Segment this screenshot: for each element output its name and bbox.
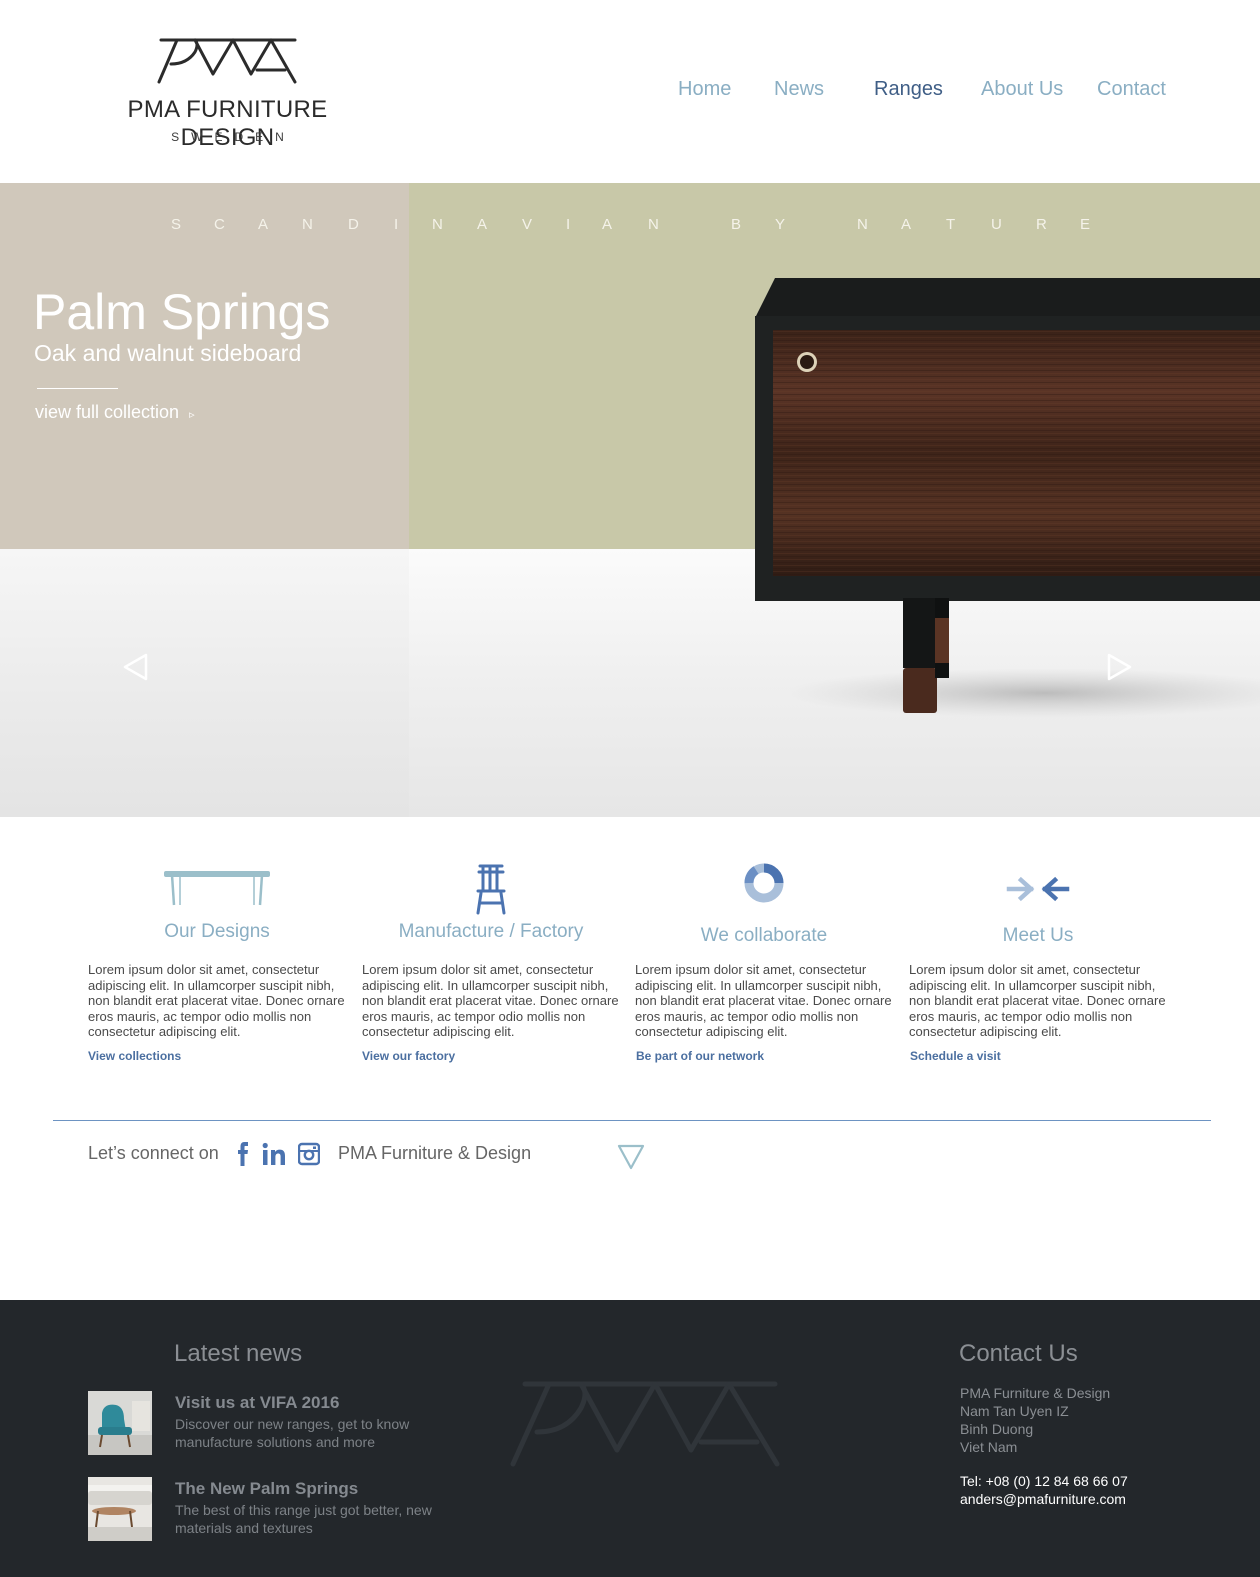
news-title: The New Palm Springs <box>175 1479 359 1498</box>
hero-subtitle: Oak and walnut sideboard <box>34 340 302 366</box>
tagline-letter: R <box>1036 216 1047 233</box>
nav-item-news[interactable]: News <box>774 78 824 101</box>
scroll-down-triangle-icon[interactable] <box>617 1144 645 1170</box>
news-item-vifa[interactable]: Visit us at VIFA 2016 Discover our new r… <box>88 1391 448 1457</box>
feature-title: We collaborate <box>700 925 828 946</box>
address-line: Binh Duong <box>960 1421 1034 1437</box>
join-network-link[interactable]: Be part of our network <box>636 1049 764 1063</box>
feature-icon-wrap <box>88 855 346 915</box>
tagline-letter: I <box>394 216 399 233</box>
feature-text: Lorem ipsum dolor sit amet, consectetur … <box>88 962 345 1039</box>
feature-title: Manufacture / Factory <box>398 921 584 942</box>
contact-direct: Tel: +08 (0) 12 84 68 66 07 anders@pmafu… <box>960 1472 1128 1508</box>
feature-icon-wrap <box>635 853 893 913</box>
arrows-meet-icon <box>1006 876 1070 902</box>
hero-floor-left <box>0 549 409 817</box>
news-item-palm-springs[interactable]: The New Palm Springs The best of this ra… <box>88 1477 448 1543</box>
tagline-letter: N <box>432 216 443 233</box>
tagline-letter: A <box>477 216 488 233</box>
table-icon <box>164 871 270 906</box>
address-line: PMA Furniture & Design <box>960 1385 1111 1401</box>
play-arrow-icon: ▹ <box>189 409 195 421</box>
feature-text: Lorem ipsum dolor sit amet, consectetur … <box>909 962 1166 1039</box>
tagline-letter: V <box>522 216 533 233</box>
feature-we-collaborate: We collaborate Lorem ipsum dolor sit ame… <box>635 817 893 1077</box>
news-thumb-living-room <box>88 1477 152 1541</box>
pma-watermark-icon <box>510 1381 780 1467</box>
social-connect-bar: Let’s connect on PMA Furniture & Design <box>88 1142 788 1172</box>
site-header: PMA FURNITURE DESIGN SWEDEN Home News Ra… <box>0 0 1260 183</box>
feature-title: Our Designs <box>164 921 270 942</box>
site-footer: Latest news Visit us at VIFA 2016 Discov… <box>0 1300 1260 1577</box>
tagline-letter: B <box>731 216 742 233</box>
feature-text: Lorem ipsum dolor sit amet, consectetur … <box>362 962 619 1039</box>
address-line: Nam Tan Uyen IZ <box>960 1403 1069 1419</box>
hero-slider: S C A N D I N A V I A N B Y N A T U R E … <box>0 183 1260 817</box>
news-thumb-armchair <box>88 1391 152 1455</box>
prev-slide-button[interactable] <box>121 652 151 682</box>
facebook-icon[interactable] <box>237 1142 249 1166</box>
nav-item-home[interactable]: Home <box>678 78 731 101</box>
next-slide-button[interactable] <box>1104 652 1134 682</box>
sideboard-image <box>755 278 1260 718</box>
tagline-letter: N <box>857 216 868 233</box>
tagline-letter: D <box>348 216 359 233</box>
tagline-letter: U <box>991 216 1002 233</box>
features-section: Our Designs Lorem ipsum dolor sit amet, … <box>0 817 1260 1117</box>
hero-divider <box>37 388 118 389</box>
tagline-letter: A <box>602 216 613 233</box>
tagline-letter: N <box>302 216 313 233</box>
chair-icon <box>476 864 506 915</box>
latest-news-title: Latest news <box>174 1340 303 1367</box>
feature-our-designs: Our Designs Lorem ipsum dolor sit amet, … <box>88 817 346 1077</box>
contact-phone[interactable]: Tel: +08 (0) 12 84 68 66 07 <box>960 1472 1128 1490</box>
address-line: Viet Nam <box>960 1439 1018 1455</box>
feature-meet-us: Meet Us Lorem ipsum dolor sit amet, cons… <box>909 817 1167 1077</box>
tagline-letter: N <box>648 216 659 233</box>
linkedin-icon[interactable] <box>262 1142 286 1166</box>
section-divider <box>53 1120 1211 1121</box>
instagram-icon[interactable] <box>298 1142 320 1166</box>
view-collection-label: view full collection <box>35 402 180 422</box>
feature-text: Lorem ipsum dolor sit amet, consectetur … <box>635 962 892 1039</box>
tagline-letter: E <box>1080 216 1091 233</box>
view-collection-link[interactable]: view full collection ▹ <box>35 402 195 423</box>
news-title: Visit us at VIFA 2016 <box>175 1393 340 1412</box>
brand-subtitle: SWEDEN <box>171 130 296 144</box>
tagline-letter: A <box>901 216 912 233</box>
view-factory-link[interactable]: View our factory <box>362 1049 455 1063</box>
ring-icon <box>744 863 784 903</box>
contact-us-title: Contact Us <box>959 1340 1078 1367</box>
nav-item-about-us[interactable]: About Us <box>981 78 1063 101</box>
main-nav: Home News Ranges About Us Contact <box>0 78 1260 108</box>
feature-title: Meet Us <box>1002 925 1074 946</box>
tagline-letter: T <box>946 216 956 233</box>
feature-icon-wrap <box>909 859 1167 919</box>
tagline-letter: I <box>566 216 571 233</box>
connect-label: Let’s connect on <box>88 1143 219 1163</box>
news-description: Discover our new ranges, get to know man… <box>175 1416 410 1450</box>
hero-tagline: S C A N D I N A V I A N B Y N A T U R E <box>0 216 1260 240</box>
hero-title: Palm Springs <box>33 284 331 340</box>
tagline-letter: C <box>214 216 225 233</box>
view-collections-link[interactable]: View collections <box>88 1049 181 1063</box>
nav-item-contact[interactable]: Contact <box>1097 78 1166 101</box>
news-description: The best of this range just got better, … <box>175 1502 432 1536</box>
feature-icon-wrap <box>362 859 620 919</box>
nav-item-ranges[interactable]: Ranges <box>874 78 943 101</box>
schedule-visit-link[interactable]: Schedule a visit <box>910 1049 1001 1063</box>
tagline-letter: A <box>258 216 269 233</box>
tagline-letter: S <box>171 216 182 233</box>
company-name: PMA Furniture & Design <box>338 1143 532 1163</box>
contact-address: PMA Furniture & Design Nam Tan Uyen IZ B… <box>960 1384 1110 1456</box>
feature-manufacture-factory: Manufacture / Factory Lorem ipsum dolor … <box>362 817 620 1077</box>
tagline-letter: Y <box>775 216 786 233</box>
contact-email[interactable]: anders@pmafurniture.com <box>960 1490 1128 1508</box>
